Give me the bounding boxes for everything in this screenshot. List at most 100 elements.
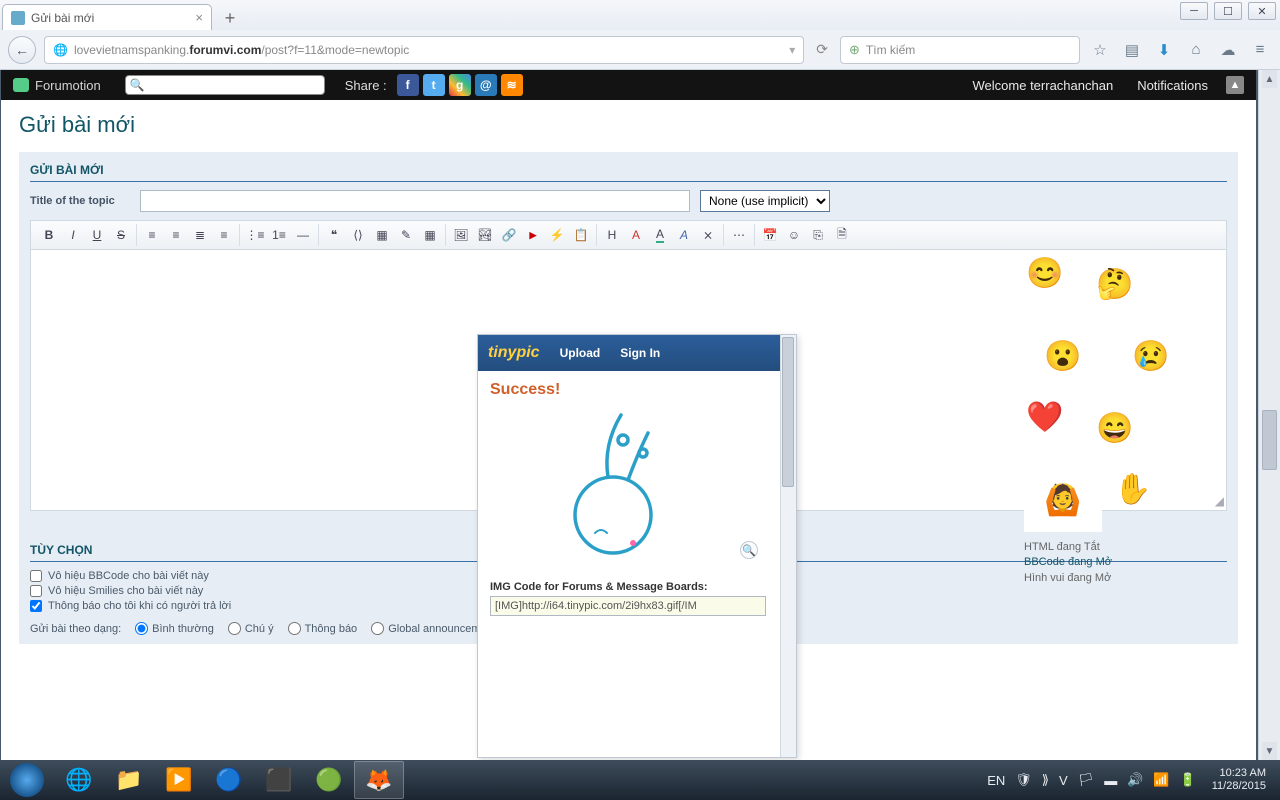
postas-normal[interactable] <box>135 622 148 635</box>
editor-strike[interactable]: S <box>110 224 132 246</box>
editor-paste[interactable]: ⎘ <box>807 224 829 246</box>
editor-spoiler[interactable]: ▦ <box>371 224 393 246</box>
tinypic-upload-link[interactable]: Upload <box>560 346 601 360</box>
editor-hide[interactable]: ✎ <box>395 224 417 246</box>
editor-host-image[interactable]: 🖼 <box>450 224 472 246</box>
editor-list-ol[interactable]: 1≡ <box>268 224 290 246</box>
tray-app-icon[interactable]: ⟫ <box>1042 772 1049 788</box>
taskbar-chrome[interactable]: 🔵 <box>204 761 254 799</box>
topic-icon-select[interactable]: None (use implicit) <box>700 190 830 212</box>
tray-flag-icon[interactable]: 🏳 <box>1078 772 1095 788</box>
window-minimize[interactable]: ─ <box>1180 2 1208 20</box>
editor-code[interactable]: ⟨⟩ <box>347 224 369 246</box>
tray-wifi-icon[interactable]: 📶 <box>1153 772 1169 788</box>
smiley-4[interactable]: 😢 <box>1112 324 1190 388</box>
tinypic-signin-link[interactable]: Sign In <box>620 346 660 360</box>
editor-date[interactable]: 📅 <box>759 224 781 246</box>
pocket-icon[interactable]: ☁ <box>1216 38 1240 62</box>
editor-align-left[interactable]: ≡ <box>141 224 163 246</box>
editor-image[interactable]: 🏞 <box>474 224 496 246</box>
new-tab-button[interactable]: + <box>218 6 242 30</box>
popup-scroll-thumb[interactable] <box>782 337 794 487</box>
editor-quote[interactable]: ❝ <box>323 224 345 246</box>
bookmark-star-icon[interactable]: ☆ <box>1088 38 1112 62</box>
editor-align-right[interactable]: ≣ <box>189 224 211 246</box>
topic-title-input[interactable] <box>140 190 690 212</box>
email-icon[interactable]: @ <box>475 74 497 96</box>
scroll-down-arrow[interactable]: ▼ <box>1262 742 1277 760</box>
tray-clock[interactable]: 10:23 AM 11/28/2015 <box>1206 767 1272 793</box>
scroll-top-button[interactable]: ▲ <box>1226 76 1244 94</box>
editor-table[interactable]: ▦ <box>419 224 441 246</box>
opt-notify[interactable] <box>30 600 42 612</box>
editor-italic[interactable]: I <box>62 224 84 246</box>
taskbar-media[interactable]: ▶️ <box>154 761 204 799</box>
browser-search[interactable]: ⊕ Tìm kiếm <box>840 36 1080 64</box>
taskbar-app2[interactable]: 🟢 <box>304 761 354 799</box>
taskbar-firefox[interactable]: 🦊 <box>354 761 404 799</box>
start-button[interactable] <box>0 760 54 800</box>
editor-youtube[interactable]: ▶ <box>522 224 544 246</box>
smiley-8[interactable]: ✋ <box>1112 468 1154 510</box>
google-icon[interactable]: g <box>449 74 471 96</box>
editor-source[interactable]: 🗎 <box>831 224 853 246</box>
tray-network-icon[interactable]: ▬ <box>1104 773 1117 788</box>
smiley-2[interactable]: 🤔 <box>1076 252 1154 316</box>
library-icon[interactable]: ▤ <box>1120 38 1144 62</box>
notifications-link[interactable]: Notifications <box>1137 78 1208 93</box>
home-icon[interactable]: ⌂ <box>1184 38 1208 62</box>
smiley-7[interactable]: 🙆 <box>1024 468 1102 532</box>
editor-removeformat[interactable]: ⨯ <box>697 224 719 246</box>
window-close[interactable]: ✕ <box>1248 2 1276 20</box>
editor-underline[interactable]: U <box>86 224 108 246</box>
scroll-thumb[interactable] <box>1262 410 1277 470</box>
editor-hr[interactable]: — <box>292 224 314 246</box>
menu-icon[interactable]: ≡ <box>1248 38 1272 62</box>
tray-battery-icon[interactable]: 🔋 <box>1180 772 1196 788</box>
postas-global[interactable] <box>371 622 384 635</box>
editor-emoji[interactable]: ☺ <box>783 224 805 246</box>
popup-scrollbar[interactable] <box>780 335 796 757</box>
editor-list-ul[interactable]: ⋮≡ <box>244 224 266 246</box>
page-scrollbar[interactable]: ▲ ▼ <box>1258 70 1280 760</box>
editor-fontfamily[interactable]: A <box>673 224 695 246</box>
editor-flash[interactable]: ⚡ <box>546 224 568 246</box>
tinypic-code-input[interactable] <box>490 596 766 616</box>
tray-volume-icon[interactable]: 🔊 <box>1127 772 1143 788</box>
smiley-1[interactable]: 😊 <box>1024 252 1066 294</box>
tinypic-zoom-icon[interactable]: 🔍 <box>740 541 758 559</box>
nav-back-button[interactable]: ← <box>8 36 36 64</box>
smiley-3[interactable]: 😮 <box>1024 324 1102 388</box>
twitter-icon[interactable]: t <box>423 74 445 96</box>
editor-fontcolor[interactable]: A <box>649 224 671 246</box>
editor-more[interactable]: ⋯ <box>728 224 750 246</box>
reload-button[interactable]: ⟳ <box>812 41 832 58</box>
editor-resize-handle[interactable]: ◢ <box>1215 494 1224 508</box>
scroll-up-arrow[interactable]: ▲ <box>1262 70 1277 88</box>
opt-disable-smilies[interactable] <box>30 585 42 597</box>
tab-close-icon[interactable]: × <box>195 10 203 25</box>
editor-align-center[interactable]: ≡ <box>165 224 187 246</box>
tray-lang[interactable]: EN <box>987 773 1005 788</box>
editor-clipboard[interactable]: 📋 <box>570 224 592 246</box>
editor-link[interactable]: 🔗 <box>498 224 520 246</box>
window-maximize[interactable]: ☐ <box>1214 2 1242 20</box>
editor-align-justify[interactable]: ≡ <box>213 224 235 246</box>
smiley-6[interactable]: 😄 <box>1076 396 1154 460</box>
tray-v-icon[interactable]: V <box>1059 773 1068 788</box>
tray-shield-icon[interactable]: 🛡 <box>1015 772 1032 788</box>
postas-note[interactable] <box>228 622 241 635</box>
postas-announce[interactable] <box>288 622 301 635</box>
rss-icon[interactable]: ≋ <box>501 74 523 96</box>
forum-logo[interactable]: Forumotion <box>13 78 101 93</box>
editor-bold[interactable]: B <box>38 224 60 246</box>
taskbar-explorer[interactable]: 📁 <box>104 761 154 799</box>
facebook-icon[interactable]: f <box>397 74 419 96</box>
taskbar-app1[interactable]: ⬛ <box>254 761 304 799</box>
downloads-icon[interactable]: ⬇ <box>1152 38 1176 62</box>
browser-tab[interactable]: Gửi bài mới × <box>2 4 212 30</box>
taskbar-ie[interactable]: 🌐 <box>54 761 104 799</box>
smiley-5[interactable]: ❤️ <box>1024 396 1066 438</box>
editor-heading[interactable]: H <box>601 224 623 246</box>
opt-disable-bbcode[interactable] <box>30 570 42 582</box>
